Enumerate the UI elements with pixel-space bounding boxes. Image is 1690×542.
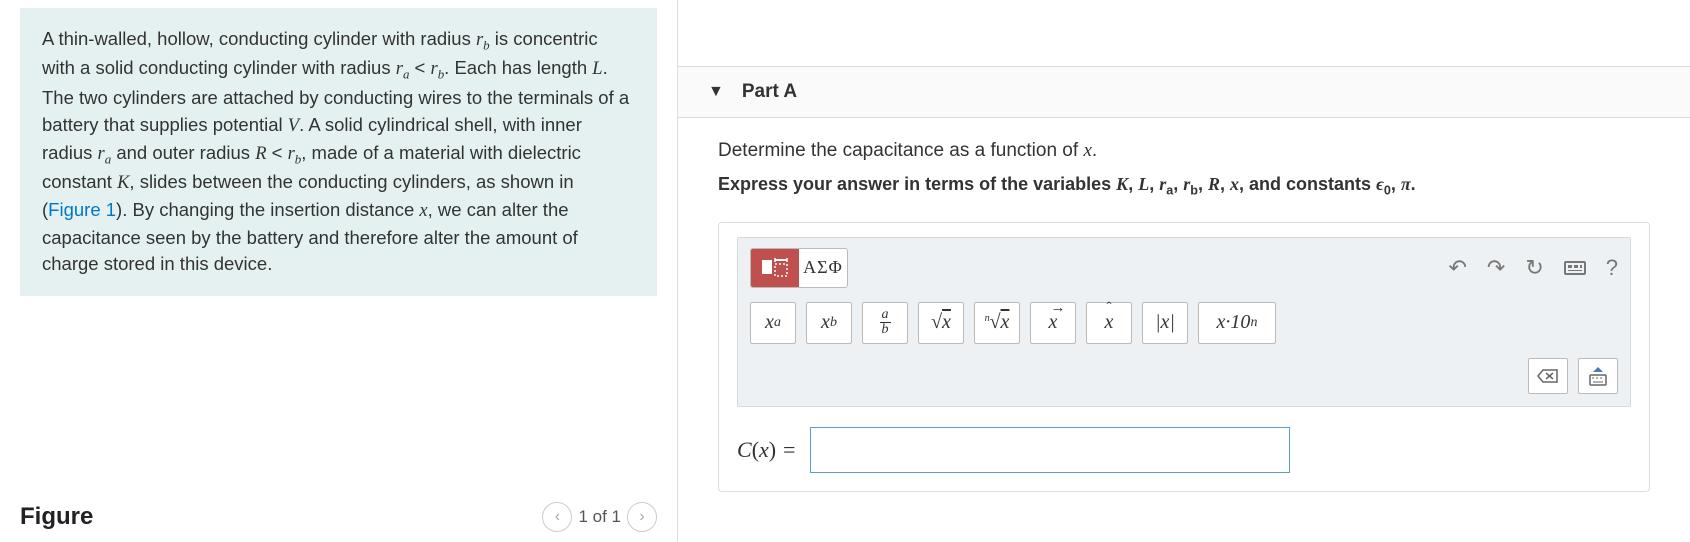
- toolbar-tab-templates[interactable]: [751, 249, 799, 287]
- part-title: Part A: [742, 81, 797, 103]
- op-sci-button[interactable]: x·10n: [1198, 302, 1276, 344]
- equation-input[interactable]: [810, 427, 1290, 473]
- reset-button[interactable]: ↻: [1525, 255, 1543, 281]
- op-power-button[interactable]: xa: [750, 302, 796, 344]
- toolbar-ops-row: xa xb ab √x n√x →x ˆx |x| x·10n: [750, 302, 1618, 344]
- keyboard-up-icon: [1587, 365, 1609, 387]
- answer-pane: ▼ Part A Determine the capacitance as a …: [678, 0, 1690, 542]
- problem-statement: A thin-walled, hollow, conducting cylind…: [20, 8, 657, 296]
- op-sqrt-button[interactable]: √x: [918, 302, 964, 344]
- backspace-button[interactable]: [1528, 358, 1568, 394]
- templates-icon: [761, 257, 789, 279]
- equation-toolbar: ΑΣΦ ↶ ↷ ↻ ? xa xb ab √x n√x: [737, 237, 1631, 407]
- op-abs-button[interactable]: |x|: [1142, 302, 1188, 344]
- problem-pane: A thin-walled, hollow, conducting cylind…: [0, 0, 678, 542]
- equation-lhs: C(x) =: [737, 437, 796, 463]
- disclosure-icon: ▼: [708, 83, 724, 101]
- op-fraction-button[interactable]: ab: [862, 302, 908, 344]
- undo-button[interactable]: ↶: [1448, 255, 1466, 281]
- part-prompt: Determine the capacitance as a function …: [718, 140, 1650, 162]
- help-button[interactable]: ?: [1606, 255, 1618, 281]
- op-subscript-button[interactable]: xb: [806, 302, 852, 344]
- backspace-icon: [1537, 368, 1559, 384]
- figure-section: Figure ‹ 1 of 1 ›: [20, 502, 657, 532]
- figure-page-indicator: 1 of 1: [578, 507, 621, 527]
- figure-pager: ‹ 1 of 1 ›: [542, 502, 657, 532]
- op-hat-button[interactable]: ˆx: [1086, 302, 1132, 344]
- part-hint: Express your answer in terms of the vari…: [718, 174, 1650, 198]
- keyboard-toggle-button[interactable]: [1578, 358, 1618, 394]
- part-header[interactable]: ▼ Part A: [678, 66, 1690, 118]
- op-nroot-button[interactable]: n√x: [974, 302, 1020, 344]
- op-vector-button[interactable]: →x: [1030, 302, 1076, 344]
- keyboard-button[interactable]: [1564, 261, 1586, 275]
- problem-text: A thin-walled, hollow, conducting cylind…: [42, 28, 629, 274]
- part-body: Determine the capacitance as a function …: [678, 118, 1690, 514]
- redo-button[interactable]: ↷: [1487, 255, 1505, 281]
- toolbar-tab-greek[interactable]: ΑΣΦ: [799, 249, 847, 287]
- figure-next-button[interactable]: ›: [627, 502, 657, 532]
- equation-row: C(x) =: [737, 427, 1631, 473]
- toolbar-tab-group: ΑΣΦ: [750, 248, 848, 288]
- keyboard-icon: [1564, 261, 1586, 275]
- figure-title: Figure: [20, 503, 93, 531]
- answer-box: ΑΣΦ ↶ ↷ ↻ ? xa xb ab √x n√x: [718, 222, 1650, 492]
- figure-prev-button[interactable]: ‹: [542, 502, 572, 532]
